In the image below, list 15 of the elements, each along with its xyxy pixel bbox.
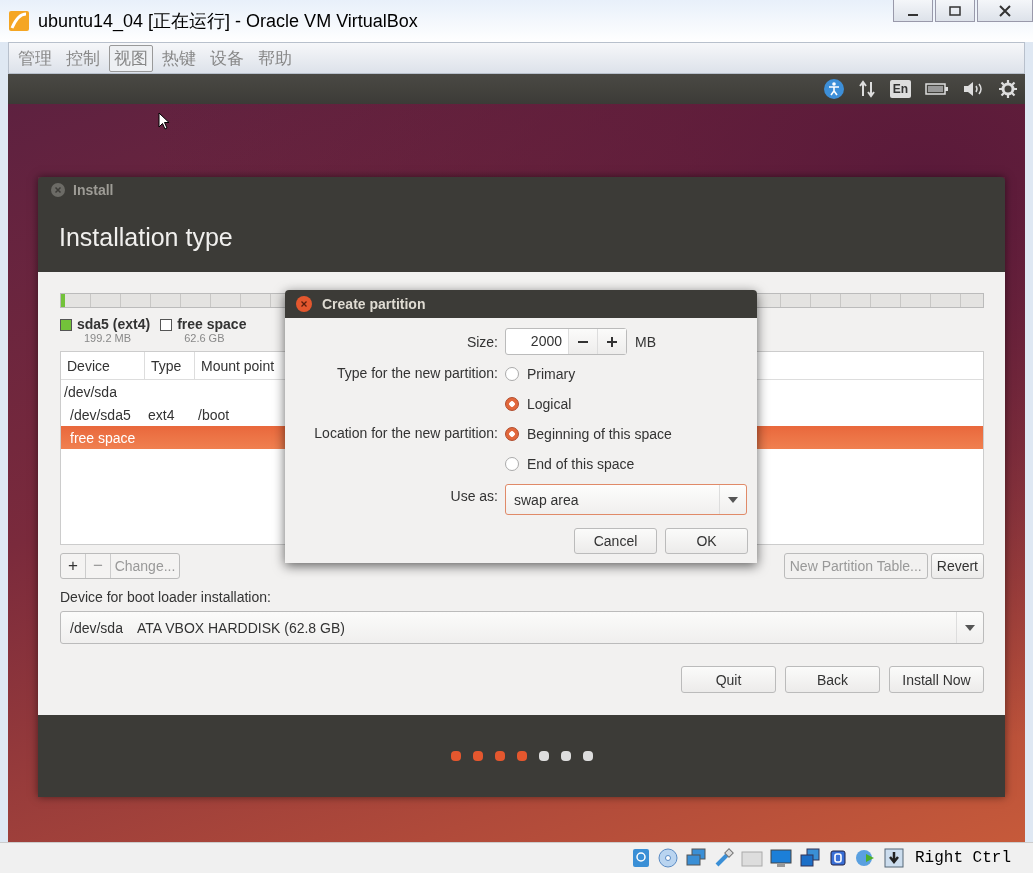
field-label: Use as:: [449, 487, 498, 504]
legend-size: 62.6 GB: [184, 332, 226, 344]
field-label: Type for the new partition:: [335, 364, 498, 381]
dialog-title: Create partition: [322, 296, 426, 312]
host-key-label: Right Ctrl: [915, 849, 1011, 867]
field-label: Device for boot loader installation:: [60, 589, 272, 605]
legend-size: 199.2 MB: [84, 332, 133, 344]
window-title: Install: [73, 182, 114, 198]
unit-label: MB: [635, 333, 656, 350]
legend-label: sda5 (ext4): [77, 316, 151, 332]
page-heading: Installation type: [59, 223, 233, 252]
field-label: Size:: [465, 333, 498, 350]
window-title: ubuntu14_04 [正在运行] - Oracle VM VirtualBox: [38, 10, 418, 33]
field-label: Location for the new partition:: [313, 424, 498, 441]
legend-label: free space: [177, 316, 247, 332]
